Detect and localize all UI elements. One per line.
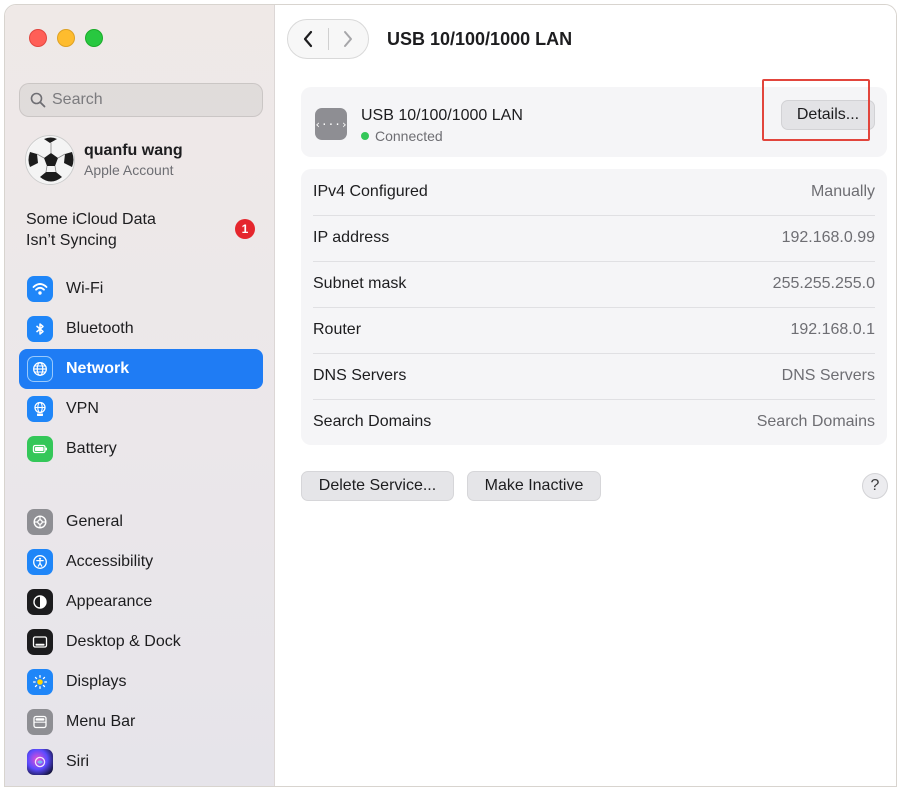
info-row-subnet-mask: Subnet mask 255.255.255.0: [313, 261, 875, 307]
appearance-icon: [27, 589, 53, 615]
back-button[interactable]: [288, 19, 328, 59]
sidebar-item-label: Displays: [66, 673, 127, 690]
history-nav: [287, 19, 369, 59]
sidebar-item-label: Network: [66, 360, 130, 377]
sidebar-item-label: Battery: [66, 440, 117, 457]
row-value: DNS Servers: [781, 367, 875, 384]
delete-service-button[interactable]: Delete Service...: [301, 471, 454, 501]
network-info-card: IPv4 Configured Manually IP address 192.…: [301, 169, 887, 445]
info-row-ipv4: IPv4 Configured Manually: [313, 169, 875, 215]
settings-window: quanfu wang Apple Account Some iCloud Da…: [4, 4, 897, 787]
sidebar-item-menu-bar[interactable]: Menu Bar: [19, 702, 263, 742]
details-highlight-box: [762, 79, 870, 141]
sun-icon: [27, 669, 53, 695]
sidebar-item-label: Desktop & Dock: [66, 633, 181, 650]
row-value: Search Domains: [756, 413, 875, 430]
row-value: 192.168.0.99: [781, 229, 875, 246]
sidebar-item-battery[interactable]: Battery: [19, 429, 263, 469]
dock-icon: [27, 629, 53, 655]
sidebar-item-desktop-dock[interactable]: Desktop & Dock: [19, 622, 263, 662]
chevron-right-icon: [344, 31, 353, 47]
search-input[interactable]: [52, 91, 252, 109]
account-name: quanfu wang: [84, 142, 183, 159]
battery-icon: [27, 436, 53, 462]
sidebar-item-label: Appearance: [66, 593, 153, 610]
sidebar: quanfu wang Apple Account Some iCloud Da…: [5, 5, 275, 786]
sidebar-nav-general-group: General Accessibility Appearance Desktop…: [19, 502, 263, 782]
sidebar-item-label: General: [66, 513, 123, 530]
row-label: Router: [313, 321, 362, 338]
row-label: IP address: [313, 229, 390, 246]
sidebar-item-siri[interactable]: Siri: [19, 742, 263, 782]
sidebar-item-displays[interactable]: Displays: [19, 662, 263, 702]
sidebar-item-label: VPN: [66, 400, 99, 417]
close-window-button[interactable]: [29, 29, 47, 47]
sidebar-item-label: Menu Bar: [66, 713, 136, 730]
sidebar-item-label: Accessibility: [66, 553, 154, 570]
search-field[interactable]: [19, 83, 263, 117]
wifi-icon: [27, 276, 53, 302]
main-pane: USB 10/100/1000 LAN ‹···› USB 10/100/100…: [276, 5, 896, 786]
page-title: USB 10/100/1000 LAN: [387, 29, 573, 49]
sidebar-item-wifi[interactable]: Wi-Fi: [19, 269, 263, 309]
vpn-globe-icon: [27, 396, 53, 422]
info-row-dns-servers: DNS Servers DNS Servers: [313, 353, 875, 399]
row-label: DNS Servers: [313, 367, 407, 384]
icloud-warning-line2: Isn’t Syncing: [26, 232, 117, 249]
help-button[interactable]: ?: [862, 473, 888, 499]
soccer-ball-icon: [26, 136, 74, 184]
info-row-router: Router 192.168.0.1: [313, 307, 875, 353]
sidebar-item-vpn[interactable]: VPN: [19, 389, 263, 429]
forward-button[interactable]: [328, 19, 368, 59]
zoom-window-button[interactable]: [85, 29, 103, 47]
sidebar-item-bluetooth[interactable]: Bluetooth: [19, 309, 263, 349]
sidebar-item-label: Wi-Fi: [66, 280, 104, 297]
icloud-warning-line1: Some iCloud Data: [26, 211, 156, 228]
sidebar-item-label: Bluetooth: [66, 320, 134, 337]
account-subtitle: Apple Account: [84, 162, 174, 178]
sidebar-item-network[interactable]: Network: [19, 349, 263, 389]
siri-icon: [27, 749, 53, 775]
info-row-ip-address: IP address 192.168.0.99: [313, 215, 875, 261]
window-controls: [29, 29, 103, 47]
info-row-search-domains: Search Domains Search Domains: [313, 399, 875, 445]
sidebar-item-label: Siri: [66, 753, 90, 770]
row-label: Search Domains: [313, 413, 432, 430]
apple-account[interactable]: quanfu wang Apple Account: [25, 135, 183, 185]
accessibility-icon: [27, 549, 53, 575]
status-dot-icon: [361, 132, 369, 140]
row-label: Subnet mask: [313, 275, 407, 292]
sidebar-item-appearance[interactable]: Appearance: [19, 582, 263, 622]
avatar: [25, 135, 75, 185]
sidebar-item-general[interactable]: General: [19, 502, 263, 542]
globe-icon: [27, 356, 53, 382]
make-inactive-button[interactable]: Make Inactive: [467, 471, 601, 501]
notification-badge: 1: [235, 219, 255, 239]
service-status: Connected: [361, 128, 443, 144]
row-value: 255.255.255.0: [772, 275, 875, 292]
chevron-left-icon: [303, 30, 312, 48]
row-value: Manually: [810, 183, 875, 200]
search-icon: [30, 92, 46, 108]
sidebar-item-accessibility[interactable]: Accessibility: [19, 542, 263, 582]
bluetooth-icon: [27, 316, 53, 342]
menubar-icon: [27, 709, 53, 735]
sidebar-nav-network-group: Wi-Fi Bluetooth Network VPN Battery: [19, 269, 263, 469]
ethernet-icon: ‹···›: [314, 108, 348, 140]
gear-icon: [27, 509, 53, 535]
minimize-window-button[interactable]: [57, 29, 75, 47]
row-label: IPv4 Configured: [313, 183, 428, 200]
service-name: USB 10/100/1000 LAN: [361, 107, 523, 124]
status-text: Connected: [375, 128, 443, 144]
row-value: 192.168.0.1: [790, 321, 875, 338]
icloud-sync-warning[interactable]: Some iCloud Data Isn’t Syncing 1: [26, 209, 258, 251]
